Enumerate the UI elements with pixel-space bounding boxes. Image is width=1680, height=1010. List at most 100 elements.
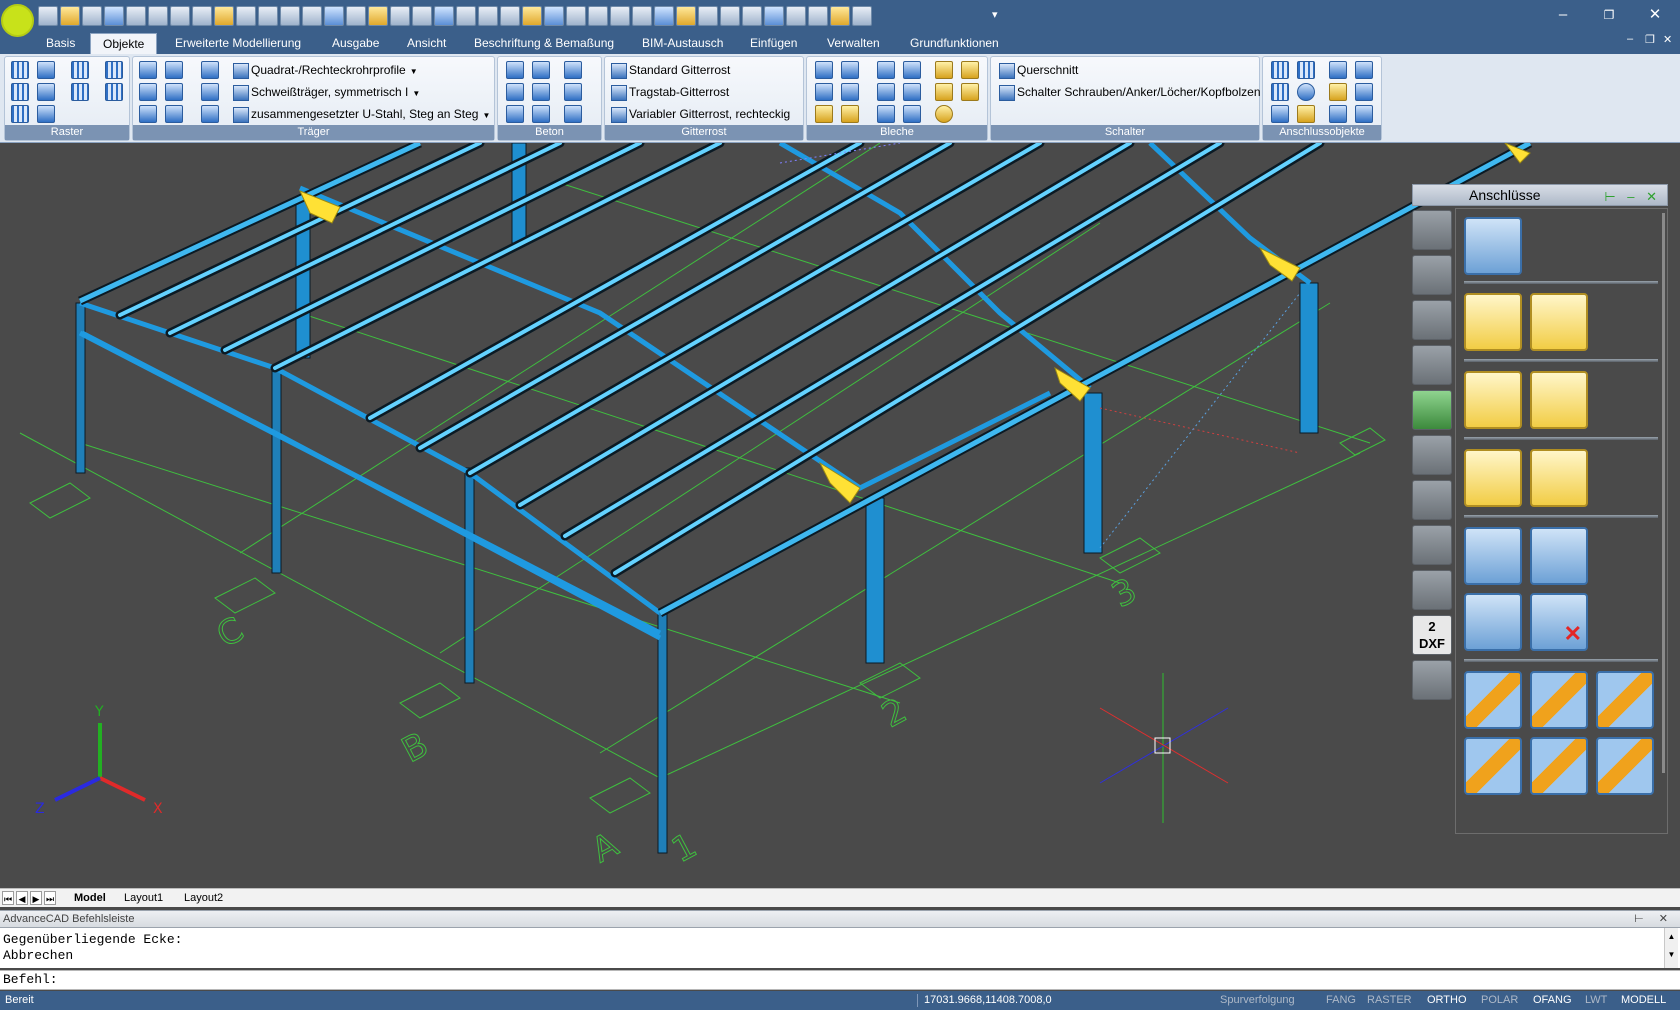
- plate-round-icon[interactable]: [935, 105, 953, 123]
- prev-layout-icon[interactable]: ◀: [16, 891, 28, 905]
- raster-grid-4-icon[interactable]: [71, 83, 89, 101]
- info-icon[interactable]: [764, 6, 784, 26]
- bolt-pattern-icon[interactable]: [1271, 83, 1289, 101]
- compound-channel-dropdown[interactable]: zusammengesetzter U-Stahl, Steg an Steg ▼: [231, 104, 490, 124]
- gusset-joint-icon[interactable]: [1530, 737, 1588, 795]
- concrete-bar-icon[interactable]: [506, 105, 524, 123]
- preview-icon[interactable]: [192, 6, 212, 26]
- snap-icon[interactable]: [544, 6, 564, 26]
- tab-beschriftung-bemassung[interactable]: Beschriftung & Bemaßung: [462, 33, 626, 54]
- concrete-block-icon[interactable]: [564, 83, 582, 101]
- concrete-tool-icon[interactable]: [564, 105, 582, 123]
- tool-1-icon[interactable]: [786, 6, 806, 26]
- connection-select-icon[interactable]: [1530, 449, 1588, 507]
- raster-grid-icon[interactable]: [11, 61, 29, 79]
- joint-multi-icon[interactable]: [1530, 527, 1588, 585]
- view-1-icon[interactable]: [346, 6, 366, 26]
- joint-remove-member-icon[interactable]: ✕: [1530, 593, 1588, 651]
- toggle-fang[interactable]: FANG: [1326, 991, 1356, 1010]
- palette-scrollbar[interactable]: [1662, 213, 1665, 773]
- tab-basis[interactable]: Basis: [34, 33, 87, 54]
- plate-roll-icon[interactable]: [877, 105, 895, 123]
- view-7-icon[interactable]: [478, 6, 498, 26]
- joint-add-member-icon[interactable]: [1464, 593, 1522, 651]
- raster-grid-3-icon[interactable]: [105, 61, 123, 79]
- tab-erweiterte-modellierung[interactable]: Erweiterte Modellierung: [163, 33, 313, 54]
- plate-twist-icon[interactable]: [903, 61, 921, 79]
- side-tab-door-icon[interactable]: [1412, 660, 1452, 700]
- bolt-plate-edit-icon[interactable]: [1530, 371, 1588, 429]
- properties-icon[interactable]: [214, 6, 234, 26]
- joint-insert-icon[interactable]: [1464, 527, 1522, 585]
- view-9-icon[interactable]: [522, 6, 542, 26]
- bearing-bar-grating-button[interactable]: Tragstab-Gitterrost: [609, 82, 729, 102]
- connection-remove-icon[interactable]: [1464, 449, 1522, 507]
- plate-point-icon[interactable]: [815, 61, 833, 79]
- doc-close-button[interactable]: ✕: [1663, 33, 1672, 46]
- side-tab-beam-icon[interactable]: [1412, 210, 1452, 250]
- side-tab-profile-icon[interactable]: [1412, 525, 1452, 565]
- connection-update-icon[interactable]: [1530, 293, 1588, 351]
- beam-split-icon[interactable]: [165, 83, 183, 101]
- stud-icon[interactable]: [1355, 83, 1373, 101]
- splice-joint-icon[interactable]: [1596, 671, 1654, 729]
- concrete-footing-icon[interactable]: [532, 61, 550, 79]
- base-plate-joint-icon[interactable]: [1464, 671, 1522, 729]
- hole-pattern-icon[interactable]: [1297, 105, 1315, 123]
- open-icon[interactable]: [60, 6, 80, 26]
- view-6-icon[interactable]: [456, 6, 476, 26]
- last-layout-icon[interactable]: ⏭: [44, 891, 56, 905]
- plate-tool-4-icon[interactable]: [961, 83, 979, 101]
- welded-beam-dropdown[interactable]: Schweißträger, symmetrisch I ▼: [231, 82, 420, 102]
- plate-triangle-icon[interactable]: [841, 83, 859, 101]
- connection-overview-icon[interactable]: [1464, 217, 1522, 275]
- bolt-circle-icon[interactable]: [1297, 83, 1315, 101]
- concrete-wall-icon[interactable]: [532, 83, 550, 101]
- layer-icon[interactable]: [236, 6, 256, 26]
- table-icon[interactable]: [258, 6, 278, 26]
- raster-grid-5-icon[interactable]: [105, 83, 123, 101]
- plate-join-icon[interactable]: [903, 105, 921, 123]
- zoom-4-icon[interactable]: [632, 6, 652, 26]
- cross-section-button[interactable]: Querschnitt: [997, 60, 1078, 80]
- beam-curved-icon[interactable]: [165, 61, 183, 79]
- tab-ausgabe[interactable]: Ausgabe: [320, 33, 391, 54]
- clip-angle-joint-icon[interactable]: [1464, 737, 1522, 795]
- concrete-slab-icon[interactable]: [506, 61, 524, 79]
- layout-tab-model[interactable]: Model: [68, 890, 112, 907]
- plate-fold-icon[interactable]: [877, 61, 895, 79]
- raster-grid-2-icon[interactable]: [71, 61, 89, 79]
- tab-ansicht[interactable]: Ansicht: [395, 33, 458, 54]
- toggle-lwt[interactable]: LWT: [1585, 991, 1607, 1010]
- merge-icon[interactable]: [1355, 105, 1373, 123]
- beam-compound-icon[interactable]: [201, 105, 219, 123]
- anchor-icon[interactable]: [1329, 83, 1347, 101]
- doc-minimize-button[interactable]: –: [1627, 33, 1633, 45]
- toggle-ortho[interactable]: ORTHO: [1427, 991, 1467, 1010]
- tab-grundfunktionen[interactable]: Grundfunktionen: [898, 33, 1011, 54]
- plate-drop-icon[interactable]: [877, 83, 895, 101]
- connection-copy-icon[interactable]: [1464, 293, 1522, 351]
- tool-4-icon[interactable]: [852, 6, 872, 26]
- side-tab-user-icon[interactable]: [1412, 390, 1452, 430]
- toggle-modell[interactable]: MODELL: [1621, 991, 1666, 1010]
- redo-icon[interactable]: [148, 6, 168, 26]
- customize-toolbar-icon[interactable]: ▾: [992, 8, 998, 21]
- beam-profile-icon[interactable]: [201, 83, 219, 101]
- zoom-1-icon[interactable]: [566, 6, 586, 26]
- hatch-icon[interactable]: [280, 6, 300, 26]
- beam-tool-icon[interactable]: [201, 61, 219, 79]
- polyline-icon[interactable]: [324, 6, 344, 26]
- concrete-column-icon[interactable]: [564, 61, 582, 79]
- beam-welded-icon[interactable]: [165, 105, 183, 123]
- side-tab-pen-icon[interactable]: [1412, 300, 1452, 340]
- plate-bend-icon[interactable]: [903, 83, 921, 101]
- tool-3-icon[interactable]: [830, 6, 850, 26]
- toggle-spurverfolgung[interactable]: Spurverfolgung: [1220, 991, 1295, 1010]
- side-tab-cube-icon[interactable]: [1412, 435, 1452, 475]
- restore-button[interactable]: ❐: [1594, 4, 1624, 26]
- tab-verwalten[interactable]: Verwalten: [815, 33, 892, 54]
- bolt-grid-2-icon[interactable]: [1297, 61, 1315, 79]
- command-bar-controls[interactable]: ⊢ ✕: [1634, 911, 1674, 928]
- view-3-icon[interactable]: [390, 6, 410, 26]
